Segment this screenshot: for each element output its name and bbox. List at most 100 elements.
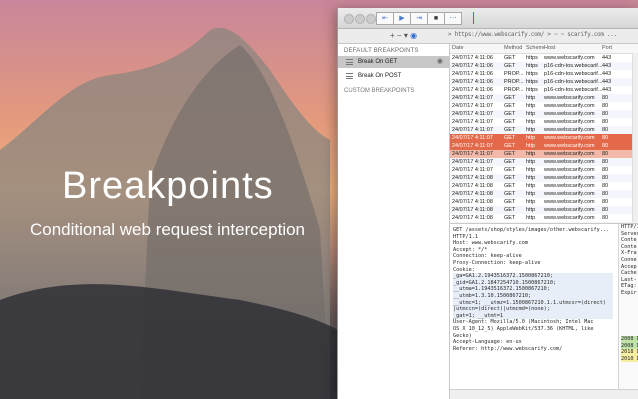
- response-text[interactable]: HTTP/1.1Server:ConteConteX-FraConneAccep…: [618, 224, 638, 399]
- table-row[interactable]: 24/07/17 4:11:08 GET http www.webscarify.co…: [450, 198, 638, 206]
- cell-host: www.webscarify.com: [544, 167, 595, 173]
- cell-host: www.webscarify.com: [544, 183, 595, 189]
- table-row[interactable]: 24/07/17 4:11:07 GET http www.webscarify.co…: [450, 134, 638, 142]
- eye-icon[interactable]: ◉: [410, 31, 417, 40]
- options-icon[interactable]: ⋯: [444, 12, 462, 25]
- table-row[interactable]: 24/07/17 4:11:07 GET http www.webscarify.co…: [450, 142, 638, 150]
- column-header-scheme[interactable]: Scheme: [526, 44, 544, 53]
- step-icon[interactable]: ⇤: [376, 12, 394, 25]
- table-row[interactable]: 24/07/17 4:11:08 GET http www.webscarify.co…: [450, 182, 638, 190]
- table-row[interactable]: 24/07/17 4:11:07 GET http www.webscarify.co…: [450, 158, 638, 166]
- cell-scheme: http: [526, 151, 536, 157]
- column-header-method[interactable]: Method: [504, 44, 526, 53]
- response-line: [621, 310, 638, 317]
- table-row[interactable]: 24/07/17 4:11:07 GET http www.webscarify.co…: [450, 102, 638, 110]
- cell-port: 80: [602, 167, 609, 173]
- zoom-window-button[interactable]: [366, 14, 376, 24]
- cell-port: 80: [602, 103, 609, 109]
- chevron-down-icon[interactable]: ▾: [404, 31, 408, 40]
- cell-scheme: http: [526, 175, 536, 181]
- table-row[interactable]: 24/07/17 4:11:07 GET http www.webscarify.co…: [450, 94, 638, 102]
- response-line: [621, 323, 638, 330]
- cell-date: 24/07/17 4:11:06: [452, 87, 493, 93]
- table-row[interactable]: 24/07/17 4:11:07 GET http www.webscarify.co…: [450, 126, 638, 134]
- cell-scheme: https: [526, 71, 538, 77]
- response-line: [621, 297, 638, 304]
- request-line: Proxy-Connection: keep-alive: [453, 259, 541, 266]
- request-line: GET /assets/shop/styles/images/other.web…: [453, 227, 610, 233]
- skip-icon[interactable]: ⇥: [410, 12, 428, 25]
- cell-scheme: http: [526, 127, 536, 133]
- response-line: HTTP/1.1: [621, 224, 638, 230]
- table-row[interactable]: 24/07/17 4:11:06 GET https www.webscarify.c…: [450, 54, 638, 62]
- request-text[interactable]: GET /assets/shop/styles/images/other.web…: [453, 227, 613, 397]
- table-row[interactable]: 24/07/17 4:11:07 GET http www.webscarify.co…: [450, 150, 638, 158]
- cell-method: GET: [504, 95, 516, 101]
- cell-scheme: https: [526, 55, 538, 61]
- detail-footer: [450, 389, 638, 399]
- cell-date: 24/07/17 4:11:07: [452, 127, 493, 133]
- custom-breakpoints-heading: CUSTOM BREAKPOINTS: [344, 88, 415, 94]
- play-icon[interactable]: ▶: [393, 12, 411, 25]
- cell-method: GET: [504, 143, 516, 149]
- table-row[interactable]: 24/07/17 4:11:07 GET http www.webscarify.co…: [450, 166, 638, 174]
- cell-date: 24/07/17 4:11:08: [452, 191, 493, 197]
- cell-method: GET: [504, 119, 516, 125]
- response-line: Conne: [621, 256, 637, 263]
- response-line: [621, 303, 638, 310]
- table-scrollbar[interactable]: [632, 53, 638, 222]
- table-row[interactable]: 24/07/17 4:11:06 PROP... https p16-cdn-tos.…: [450, 70, 638, 78]
- cell-scheme: https: [526, 87, 538, 93]
- eye-icon[interactable]: ◉: [437, 56, 443, 68]
- cell-method: GET: [504, 159, 516, 165]
- cell-port: 80: [602, 119, 609, 125]
- cell-port: 80: [602, 151, 609, 157]
- request-line: _gat=1; __utmt=1: [453, 312, 613, 320]
- cell-scheme: http: [526, 95, 536, 101]
- cell-date: 24/07/17 4:11:07: [452, 143, 493, 149]
- cell-host: www.webscarify.com: [544, 175, 595, 181]
- requests-table: Date Method Scheme Host Port 24/07/17 4:…: [450, 44, 638, 222]
- column-header-date[interactable]: Date: [450, 44, 504, 53]
- table-row[interactable]: 24/07/17 4:11:06 PROP... https p16-cdn-tos.…: [450, 86, 638, 94]
- table-row[interactable]: 24/07/17 4:11:08 GET http www.webscarify.co…: [450, 174, 638, 182]
- stop-icon[interactable]: ■: [427, 12, 445, 25]
- request-line: __utmc=1; __utmz=1.1500867210.1.1.utmcsr…: [453, 299, 613, 307]
- request-line: HTTP/1.1: [453, 233, 478, 240]
- cell-date: 24/07/17 4:11:08: [452, 199, 493, 205]
- minimize-window-button[interactable]: [355, 14, 365, 24]
- table-row[interactable]: 24/07/17 4:11:07 GET http www.webscarify.co…: [450, 118, 638, 126]
- table-row[interactable]: 24/07/17 4:11:08 GET http www.webscarify.co…: [450, 206, 638, 214]
- table-row[interactable]: 24/07/17 4:11:08 GET http www.webscarify.co…: [450, 190, 638, 198]
- url-bar[interactable]: > https://www.webscarify.com/ > ~ ~ scar…: [448, 31, 636, 40]
- table-row[interactable]: 24/07/17 4:11:08 GET http www.webscarify.co…: [450, 214, 638, 222]
- request-detail-pane: GET /assets/shop/styles/images/other.web…: [450, 223, 638, 399]
- cell-host: www.webscarify.com: [544, 103, 595, 109]
- breakpoint-label: Break On GET: [358, 59, 398, 65]
- cell-host: www.webscarify.com: [544, 215, 595, 221]
- request-line: Host: www.webscarify.com: [453, 240, 528, 247]
- close-window-button[interactable]: [344, 14, 354, 24]
- cell-host: p16-cdn-tos.webscarif...: [544, 63, 602, 69]
- table-row[interactable]: 24/07/17 4:11:06 GET https p16-cdn-tos.webs…: [450, 62, 638, 70]
- drag-handle-icon[interactable]: [346, 73, 353, 79]
- table-row[interactable]: 24/07/17 4:11:07 GET http www.webscarify.co…: [450, 110, 638, 118]
- column-header-host[interactable]: Host: [544, 44, 602, 53]
- column-header-port[interactable]: Port: [602, 44, 624, 53]
- cell-host: www.webscarify.com: [544, 191, 595, 197]
- response-line: Expir: [621, 289, 637, 296]
- remove-icon[interactable]: −: [397, 31, 402, 40]
- cell-port: 443: [602, 71, 612, 77]
- breakpoint-item-get[interactable]: Break On GET ◉: [338, 56, 449, 68]
- cell-port: 443: [602, 87, 612, 93]
- breakpoint-item-post[interactable]: Break On POST: [338, 70, 449, 82]
- table-row[interactable]: 24/07/17 4:11:06 PROP... https p16-cdn-tos.…: [450, 78, 638, 86]
- drag-handle-icon[interactable]: [346, 59, 353, 65]
- app-window: ⇤ ▶ ⇥ ■ ⋯ + − ▾ ◉ > https://www.webscari…: [337, 8, 638, 399]
- response-line: Conte: [621, 243, 637, 250]
- add-icon[interactable]: +: [390, 31, 395, 40]
- cell-method: GET: [504, 55, 516, 61]
- cell-host: p16-cdn-tos.webscarif...: [544, 71, 602, 77]
- response-line: X-Fra: [621, 250, 637, 257]
- cell-scheme: http: [526, 167, 536, 173]
